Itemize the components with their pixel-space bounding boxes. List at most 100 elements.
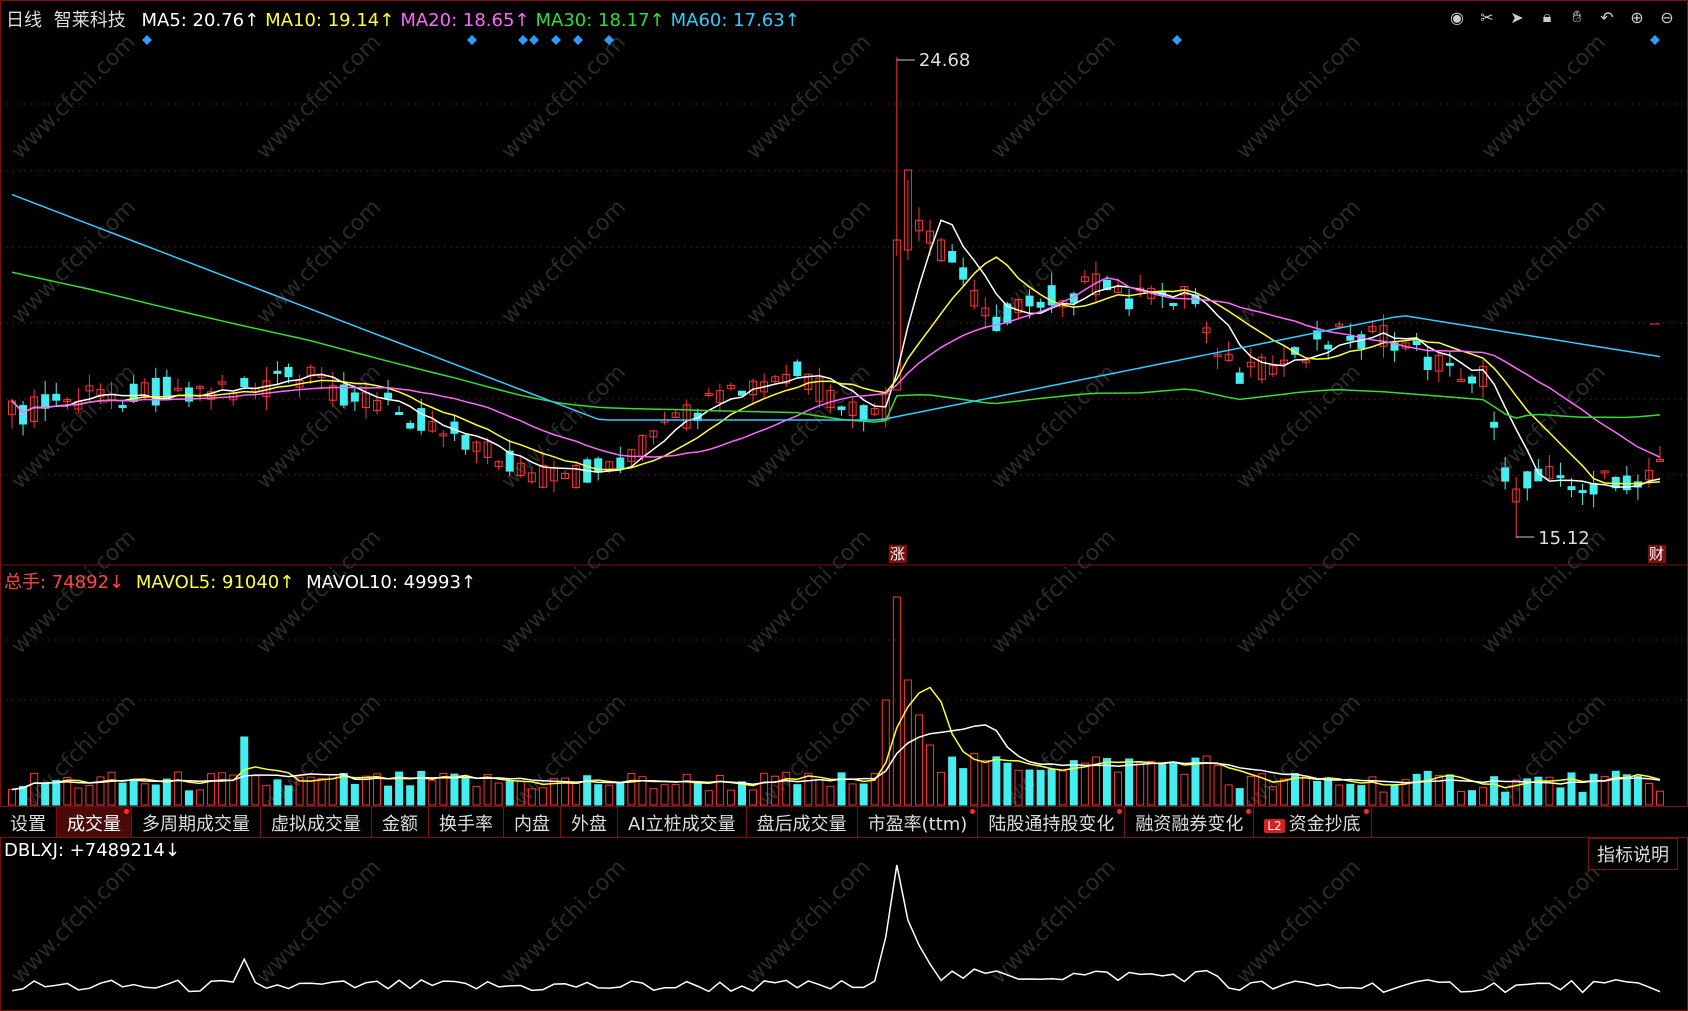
high-price-label: 24.68 [919,50,971,71]
signal-diamond [518,35,528,45]
volume-bar [1025,769,1034,806]
candle-body [19,405,28,425]
watermark-text: www.cfchi.com [1232,855,1366,989]
stock-name: 智莱科技 [53,10,126,31]
tab-9[interactable]: 盘后成交量 [747,807,858,837]
volume-bar [1567,772,1576,806]
volume-bar [1589,773,1598,806]
candle-body [1567,486,1576,491]
candle-body [1589,483,1598,495]
tab-label: 金额 [382,814,418,835]
tab-11[interactable]: 陆股通持股变化 [978,807,1126,837]
tab-13[interactable]: L2 资金抄底 [1254,807,1372,837]
hand-icon[interactable]: ✋︎ [1566,6,1588,28]
volume-bar [1224,784,1233,806]
watermark-text: www.cfchi.com [742,855,876,989]
period-label[interactable]: 日线 [6,10,42,31]
scissors-icon[interactable]: ✂ [1476,6,1498,28]
watermark-text: www.cfchi.com [7,360,141,494]
indicator-help-button[interactable]: 指标说明 [1588,838,1678,870]
tab-10[interactable]: 市盈率(ttm) [858,807,979,837]
volume-bar [52,780,61,806]
candle-body [384,392,393,399]
volume-bar [848,783,857,806]
candle-body [892,239,901,391]
volume-bar [1611,770,1620,806]
volume-bar [1003,762,1012,806]
volume-bar [1335,784,1344,806]
tab-5[interactable]: 换手率 [429,807,504,837]
zoom-in-icon[interactable]: ⊕ [1626,6,1648,28]
volume-bar [140,783,149,806]
candle-body [1235,372,1244,384]
watermark-text: www.cfchi.com [987,360,1121,494]
volume-bar [649,788,658,806]
volume-bar [1556,787,1565,806]
tab-0[interactable]: 设置 [0,807,57,837]
candle-body [1025,295,1034,307]
volume-bar [693,781,702,806]
low-price-label: 15.12 [1538,528,1590,549]
ma-legend: MA5: 20.76↑ MA10: 19.14↑ MA20: 18.65↑ MA30:… [141,10,805,31]
volume-bar [926,744,935,806]
notification-dot [1363,809,1369,814]
candlesticks [8,57,1664,538]
volume-bar [981,760,990,806]
candle-body [837,406,846,411]
chart-toolbar: ◉ ✂ ➤ 🔒︎ ✋︎ ↶ ⊕ ⊖ [1446,6,1678,28]
volume-bar [1302,775,1311,806]
notification-dot [970,809,976,814]
volume-bar [1633,775,1642,806]
signal-diamond [529,35,539,45]
volume-bar [815,778,824,806]
tab-6[interactable]: 内盘 [504,807,561,837]
candle-body [395,412,404,416]
candle-body [1501,467,1510,482]
lock-icon[interactable]: 🔒︎ [1536,6,1558,28]
volume-bar [461,776,470,806]
candle-body [240,378,249,388]
zoom-out-icon[interactable]: ⊖ [1656,6,1678,28]
play-icon[interactable]: ➤ [1506,6,1528,28]
volume-bar [804,772,813,806]
volume-bar [1501,791,1510,806]
volume-bar [627,773,636,806]
eye-icon[interactable]: ◉ [1446,6,1468,28]
tab-label: 虚拟成交量 [271,814,361,835]
volume-bar [937,771,946,806]
volume-bar [19,785,28,806]
candle-body [1490,421,1499,428]
tab-4[interactable]: 金额 [372,807,429,837]
tab-3[interactable]: 虚拟成交量 [261,807,372,837]
watermark-group: www.cfchi.com www.cfchi.com www.cfchi.com w… [7,30,1611,989]
cai-tag: 财 [1649,545,1664,563]
volume-bar [572,782,581,806]
volume-bar [406,785,415,806]
volume-bar [129,778,138,806]
volume-bar [682,773,691,806]
tab-label: 市盈率(ttm) [867,814,968,835]
watermark-text: www.cfchi.com [497,360,631,494]
tab-1[interactable]: 成交量 [57,807,132,837]
volume-bar [959,768,968,806]
tab-7[interactable]: 外盘 [561,807,618,837]
undo-icon[interactable]: ↶ [1596,6,1618,28]
candle-body [273,370,282,374]
indicator-header: DBLXJ: +7489214↓ [4,840,180,861]
candle-body [1467,376,1476,384]
candle-body [1346,335,1355,341]
volume-bar [162,778,171,806]
tab-8[interactable]: AI立桩成交量 [618,807,747,837]
volume-bar [1578,791,1587,806]
notification-dot [1246,809,1252,814]
ma-label: MA10: 19.14↑ [265,10,395,31]
volume-bar [1036,769,1045,806]
candle-body [1578,490,1587,494]
tab-12[interactable]: 融资融券变化 [1125,807,1255,837]
volume-bar [173,771,182,806]
candle-body [1445,362,1454,366]
watermark-text: www.cfchi.com [987,30,1121,164]
stock-chart-canvas[interactable]: www.cfchi.com www.cfchi.com www.cfchi.com w… [0,0,1688,1011]
volume-bar [726,789,735,806]
tab-2[interactable]: 多周期成交量 [132,807,261,837]
